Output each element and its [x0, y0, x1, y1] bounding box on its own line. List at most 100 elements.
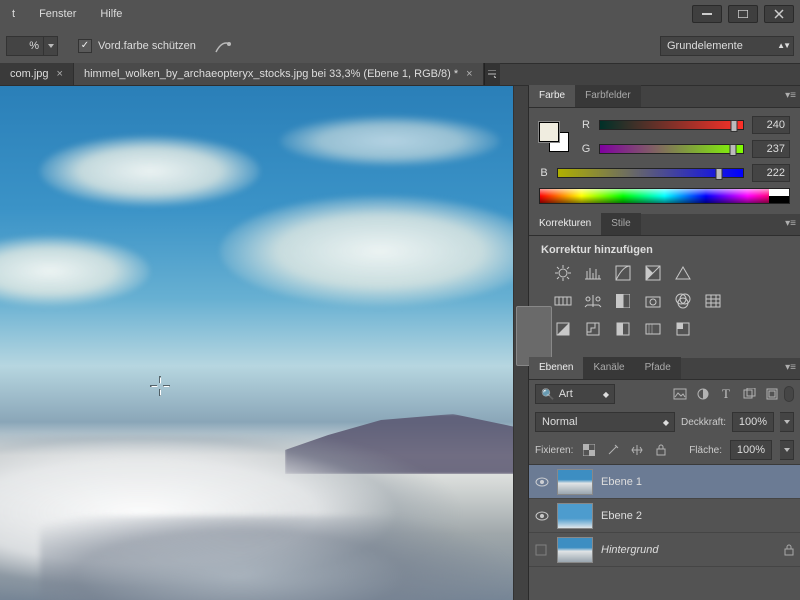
window-controls — [692, 5, 800, 23]
black-white-icon[interactable] — [613, 292, 633, 310]
layer-name[interactable]: Hintergrund — [601, 544, 776, 556]
layers-panel-tabs: Ebenen Kanäle Pfade ▾≡ — [529, 358, 800, 380]
filter-type-icon[interactable]: T — [718, 386, 734, 402]
color-spectrum[interactable] — [539, 188, 790, 204]
opacity-dropdown[interactable] — [780, 412, 794, 432]
layer-list: Ebene 1 Ebene 2 Hintergrund — [529, 465, 800, 567]
vibrance-icon[interactable] — [673, 264, 693, 282]
workspace-label: Grundelemente — [667, 40, 743, 52]
filter-toggle[interactable] — [784, 386, 794, 402]
layer-thumbnail[interactable] — [557, 537, 593, 563]
filter-shape-icon[interactable] — [741, 386, 757, 402]
visibility-off-icon[interactable] — [535, 544, 549, 556]
selective-color-icon[interactable] — [673, 320, 693, 338]
lock-transparency-icon[interactable] — [581, 442, 597, 458]
levels-icon[interactable] — [583, 264, 603, 282]
crosshair-cursor-icon — [150, 376, 170, 396]
tab-stile[interactable]: Stile — [601, 213, 640, 235]
menu-item-fenster[interactable]: Fenster — [27, 0, 88, 28]
tab-overflow-button[interactable] — [484, 63, 500, 85]
flow-value[interactable]: % — [6, 36, 44, 56]
layer-filter-type[interactable]: 🔍 Art ◆ — [535, 384, 615, 404]
close-button[interactable] — [764, 5, 794, 23]
g-slider[interactable] — [599, 144, 744, 154]
close-icon[interactable]: × — [57, 68, 63, 80]
visibility-eye-icon[interactable] — [535, 511, 549, 521]
tab-farbe[interactable]: Farbe — [529, 85, 575, 107]
layer-thumbnail[interactable] — [557, 469, 593, 495]
r-value[interactable]: 240 — [752, 116, 790, 134]
threshold-icon[interactable] — [613, 320, 633, 338]
photo-filter-icon[interactable] — [643, 292, 663, 310]
lock-position-icon[interactable] — [629, 442, 645, 458]
b-slider[interactable] — [557, 168, 744, 178]
layer-row[interactable]: Hintergrund — [529, 533, 800, 567]
layer-thumbnail[interactable] — [557, 503, 593, 529]
gradient-map-icon[interactable] — [643, 320, 663, 338]
flow-dropdown[interactable] — [44, 36, 58, 56]
protect-foreground-checkbox[interactable] — [78, 39, 92, 53]
adjustments-title: Korrektur hinzufügen — [541, 244, 790, 256]
tablet-pressure-icon[interactable] — [214, 38, 232, 54]
panel-menu-icon[interactable]: ▾≡ — [785, 90, 796, 101]
foreground-swatch[interactable] — [539, 122, 559, 142]
tab-ebenen[interactable]: Ebenen — [529, 357, 583, 379]
r-slider[interactable] — [599, 120, 744, 130]
document-tab-inactive[interactable]: com.jpg × — [0, 63, 74, 85]
fill-dropdown[interactable] — [780, 440, 794, 460]
panel-menu-icon[interactable]: ▾≡ — [785, 362, 796, 373]
layer-row[interactable]: Ebene 1 — [529, 465, 800, 499]
menu-item-hilfe[interactable]: Hilfe — [88, 0, 134, 28]
panel-menu-icon[interactable]: ▾≡ — [785, 218, 796, 229]
canvas-viewport[interactable] — [0, 86, 513, 600]
close-icon[interactable]: × — [466, 68, 472, 80]
color-lookup-icon[interactable] — [703, 292, 723, 310]
chevron-updown-icon: ◆ — [603, 390, 609, 399]
filter-adjustment-icon[interactable] — [695, 386, 711, 402]
g-value[interactable]: 237 — [752, 140, 790, 158]
opacity-value[interactable]: 100% — [732, 412, 774, 432]
lock-all-icon[interactable] — [653, 442, 669, 458]
layer-name[interactable]: Ebene 2 — [601, 510, 794, 522]
vertical-scrollbar[interactable] — [513, 86, 528, 600]
lock-label: Fixieren: — [535, 445, 573, 456]
hue-saturation-icon[interactable] — [553, 292, 573, 310]
layer-name[interactable]: Ebene 1 — [601, 476, 794, 488]
document-tabbar: com.jpg × himmel_wolken_by_archaeopteryx… — [0, 64, 800, 86]
exposure-icon[interactable] — [643, 264, 663, 282]
filter-smart-icon[interactable] — [764, 386, 780, 402]
maximize-button[interactable] — [728, 5, 758, 23]
channel-mixer-icon[interactable] — [673, 292, 693, 310]
brightness-contrast-icon[interactable] — [553, 264, 573, 282]
fill-value[interactable]: 100% — [730, 440, 772, 460]
adjust-panel-tabs: Korrekturen Stile ▾≡ — [529, 214, 800, 236]
tab-korrekturen[interactable]: Korrekturen — [529, 213, 601, 235]
b-value[interactable]: 222 — [752, 164, 790, 182]
minimize-button[interactable] — [692, 5, 722, 23]
color-panel-tabs: Farbe Farbfelder ▾≡ — [529, 86, 800, 108]
color-balance-icon[interactable] — [583, 292, 603, 310]
right-panels: Farbe Farbfelder ▾≡ R 240 G 237 B 22 — [528, 86, 800, 600]
workspace-switcher[interactable]: Grundelemente ▲▼ — [660, 36, 794, 56]
visibility-eye-icon[interactable] — [535, 477, 549, 487]
layer-row[interactable]: Ebene 2 — [529, 499, 800, 533]
document-tab-active[interactable]: himmel_wolken_by_archaeopteryx_stocks.jp… — [74, 63, 484, 85]
options-bar: % Vord.farbe schützen Grundelemente ▲▼ — [0, 28, 800, 64]
tab-kanaele[interactable]: Kanäle — [583, 357, 634, 379]
foreground-background-swatches[interactable] — [539, 122, 569, 152]
b-label: B — [539, 167, 549, 179]
menu-item-t[interactable]: t — [0, 0, 27, 28]
lock-pixels-icon[interactable] — [605, 442, 621, 458]
tab-farbfelder[interactable]: Farbfelder — [575, 85, 641, 107]
adjustments-panel: Korrektur hinzufügen — [529, 236, 800, 358]
blend-mode-dropdown[interactable]: Normal ◆ — [535, 412, 675, 432]
tab-pfade[interactable]: Pfade — [635, 357, 681, 379]
g-label: G — [581, 143, 591, 155]
chevron-updown-icon: ▲▼ — [777, 41, 789, 50]
filter-pixel-icon[interactable] — [672, 386, 688, 402]
filter-label: Art — [559, 388, 573, 400]
posterize-icon[interactable] — [583, 320, 603, 338]
invert-icon[interactable] — [553, 320, 573, 338]
opacity-label: Deckkraft: — [681, 417, 726, 428]
curves-icon[interactable] — [613, 264, 633, 282]
